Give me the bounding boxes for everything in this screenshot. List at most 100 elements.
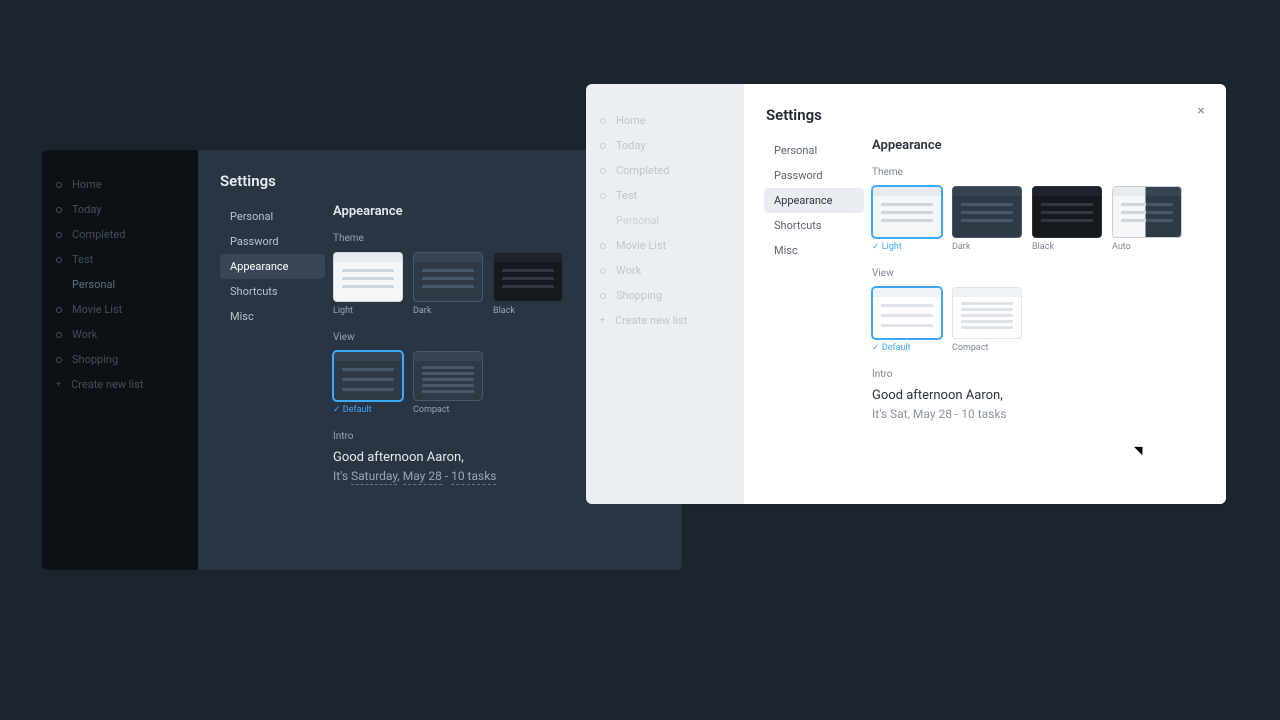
- nav-work[interactable]: Work: [586, 258, 744, 283]
- settings-nav-personal[interactable]: Personal: [764, 138, 864, 163]
- view-label: Default: [333, 405, 403, 415]
- theme-preview-light: [872, 186, 942, 238]
- circle-icon: [56, 307, 62, 313]
- theme-option-light[interactable]: Light: [333, 252, 403, 316]
- nav-home[interactable]: Home: [42, 172, 198, 197]
- theme-preview-black: [493, 252, 563, 302]
- theme-preview-dark: [413, 252, 483, 302]
- nav-today[interactable]: Today: [586, 133, 744, 158]
- circle-icon: [600, 168, 606, 174]
- circle-icon: [56, 257, 62, 263]
- close-icon: ×: [1197, 103, 1204, 119]
- intro-sep: ,: [397, 469, 402, 483]
- plus-icon: +: [600, 316, 605, 326]
- view-label: Default: [872, 343, 942, 353]
- nav-personal[interactable]: Personal: [42, 272, 198, 297]
- view-preview-default: [333, 351, 403, 401]
- circle-icon: [56, 332, 62, 338]
- settings-nav-misc[interactable]: Misc: [764, 238, 864, 263]
- nav-test[interactable]: Test: [42, 247, 198, 272]
- settings-nav-shortcuts[interactable]: Shortcuts: [220, 279, 325, 304]
- settings-nav-misc[interactable]: Misc: [220, 304, 325, 329]
- circle-icon: [600, 193, 606, 199]
- circle-icon: [56, 207, 62, 213]
- view-preview-compact: [952, 287, 1022, 339]
- view-option-default[interactable]: Default: [872, 287, 942, 353]
- theme-preview-light: [333, 252, 403, 302]
- nav-completed[interactable]: Completed: [586, 158, 744, 183]
- theme-preview-auto: [1112, 186, 1182, 238]
- nav-shopping[interactable]: Shopping: [42, 347, 198, 372]
- plus-icon: +: [56, 380, 61, 390]
- settings-nav-shortcuts[interactable]: Shortcuts: [764, 213, 864, 238]
- circle-icon: [56, 232, 62, 238]
- view-option-compact[interactable]: Compact: [952, 287, 1022, 353]
- nav-label: Test: [616, 189, 637, 202]
- nav-label: Create new list: [615, 314, 687, 327]
- light-settings-window: Home Today Completed Test Personal Movie…: [586, 84, 1226, 504]
- nav-today[interactable]: Today: [42, 197, 198, 222]
- nav-personal[interactable]: Personal: [586, 208, 744, 233]
- theme-option-light[interactable]: Light: [872, 186, 942, 252]
- nav-label: Work: [72, 328, 97, 341]
- nav-label: Today: [616, 139, 646, 152]
- intro-greeting: Good afternoon Aaron,: [872, 388, 1206, 403]
- nav-movie-list[interactable]: Movie List: [42, 297, 198, 322]
- theme-option-dark[interactable]: Dark: [413, 252, 483, 316]
- nav-label: Personal: [72, 278, 115, 291]
- nav-movie-list[interactable]: Movie List: [586, 233, 744, 258]
- intro-date-editable[interactable]: May 28: [403, 469, 442, 485]
- nav-label: Completed: [72, 228, 125, 241]
- theme-option-black[interactable]: Black: [1032, 186, 1102, 252]
- theme-label: Black: [1032, 242, 1102, 252]
- theme-label: Dark: [952, 242, 1022, 252]
- content-title: Appearance: [872, 138, 1206, 153]
- settings-nav-personal[interactable]: Personal: [220, 204, 325, 229]
- theme-swatch-row: Light Dark Black Auto: [872, 186, 1206, 252]
- theme-section-label: Theme: [872, 167, 1206, 178]
- theme-option-black[interactable]: Black: [493, 252, 563, 316]
- nav-shopping[interactable]: Shopping: [586, 283, 744, 308]
- nav-label: Home: [72, 178, 102, 191]
- settings-nav: Personal Password Appearance Shortcuts M…: [198, 204, 333, 483]
- close-button[interactable]: ×: [1192, 102, 1210, 120]
- settings-nav-password[interactable]: Password: [220, 229, 325, 254]
- nav-label: Home: [616, 114, 646, 127]
- modal-title: Settings: [744, 106, 1226, 138]
- theme-preview-black: [1032, 186, 1102, 238]
- app-sidebar-light: Home Today Completed Test Personal Movie…: [586, 84, 744, 504]
- intro-tasks-editable[interactable]: 10 tasks: [451, 469, 496, 485]
- circle-icon: [600, 143, 606, 149]
- nav-label: Personal: [616, 214, 659, 227]
- view-option-default[interactable]: Default: [333, 351, 403, 415]
- nav-label: Shopping: [616, 289, 662, 302]
- intro-sep: -: [442, 469, 451, 483]
- theme-preview-dark: [952, 186, 1022, 238]
- nav-work[interactable]: Work: [42, 322, 198, 347]
- circle-icon: [56, 357, 62, 363]
- settings-content: Appearance Theme Light Dark Black: [872, 138, 1226, 421]
- theme-option-auto[interactable]: Auto: [1112, 186, 1182, 252]
- view-label: Compact: [952, 343, 1022, 353]
- theme-option-dark[interactable]: Dark: [952, 186, 1022, 252]
- settings-modal-light: × Settings Personal Password Appearance …: [744, 84, 1226, 504]
- settings-nav-password[interactable]: Password: [764, 163, 864, 188]
- nav-completed[interactable]: Completed: [42, 222, 198, 247]
- settings-nav-appearance[interactable]: Appearance: [764, 188, 864, 213]
- nav-test[interactable]: Test: [586, 183, 744, 208]
- circle-icon: [600, 268, 606, 274]
- nav-label: Test: [72, 253, 93, 266]
- nav-label: Movie List: [72, 303, 122, 316]
- view-section-label: View: [872, 268, 1206, 279]
- nav-create-new-list[interactable]: +Create new list: [42, 372, 198, 397]
- intro-subline: It's Sat, May 28 - 10 tasks: [872, 407, 1206, 421]
- settings-nav-appearance[interactable]: Appearance: [220, 254, 325, 279]
- nav-home[interactable]: Home: [586, 108, 744, 133]
- cursor-icon: ◥: [1134, 444, 1142, 457]
- theme-label: Auto: [1112, 242, 1182, 252]
- view-option-compact[interactable]: Compact: [413, 351, 483, 415]
- nav-label: Completed: [616, 164, 669, 177]
- nav-create-new-list[interactable]: + Create new list: [586, 308, 744, 333]
- view-preview-compact: [413, 351, 483, 401]
- intro-day-editable[interactable]: Saturday: [351, 469, 397, 485]
